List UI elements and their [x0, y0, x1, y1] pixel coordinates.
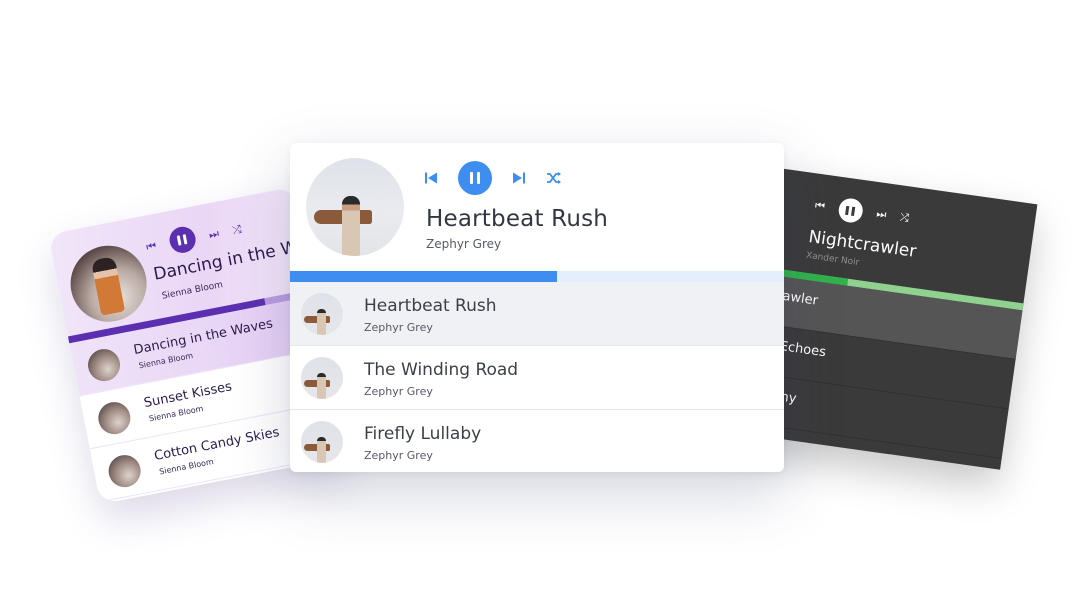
skip-next-icon[interactable]	[512, 171, 526, 185]
track-thumbnail	[301, 421, 343, 463]
skip-previous-icon[interactable]: ⏮	[145, 239, 157, 254]
shuffle-icon[interactable]	[546, 170, 562, 186]
track-thumbnail	[85, 346, 123, 384]
player-card-dark: ⏮ ⏭ ⤮ Nightcrawler Xander Noir crawler o…	[742, 168, 1038, 470]
track-row[interactable]: Heartbeat Rush Zephyr Grey	[290, 282, 784, 346]
music-player-showcase: ⏮ ⏭ ⤮ Dancing in the Waves Sienna Bloom …	[0, 0, 1088, 614]
track-thumbnail	[105, 452, 144, 490]
progress-bar[interactable]	[290, 271, 784, 282]
skip-next-icon[interactable]: ⏭	[875, 207, 888, 222]
now-playing-title: Heartbeat Rush	[426, 206, 609, 232]
shuffle-icon[interactable]: ⤮	[899, 210, 910, 225]
now-playing-artist: Zephyr Grey	[426, 237, 502, 251]
skip-previous-icon[interactable]	[424, 171, 438, 185]
now-playing-artist: Sienna Bloom	[161, 280, 224, 302]
pause-button[interactable]	[837, 196, 865, 225]
track-thumbnail	[301, 357, 343, 399]
track-row[interactable]: The Winding Road Zephyr Grey	[290, 346, 784, 410]
track-title: The Winding Road	[364, 360, 519, 380]
album-art	[64, 239, 154, 329]
track-title: Firefly Lullaby	[364, 424, 482, 444]
skip-next-icon[interactable]: ⏭	[208, 226, 220, 241]
shuffle-icon[interactable]: ⤮	[231, 222, 242, 236]
pause-icon	[177, 234, 188, 246]
pause-icon	[470, 172, 480, 184]
playback-controls: ⏮ ⏭ ⤮	[813, 194, 910, 231]
track-artist: Zephyr Grey	[364, 385, 433, 398]
track-list: Heartbeat Rush Zephyr Grey The Winding R…	[290, 282, 784, 472]
track-title: Heartbeat Rush	[364, 296, 497, 316]
track-artist: Zephyr Grey	[364, 321, 433, 334]
pause-button[interactable]	[167, 224, 198, 256]
track-thumbnail	[301, 293, 343, 335]
now-playing-artist: Xander Noir	[805, 250, 860, 269]
progress-fill	[290, 271, 557, 282]
pause-icon	[845, 205, 856, 216]
skip-previous-icon[interactable]: ⏮	[814, 199, 826, 214]
track-thumbnail	[95, 399, 134, 437]
track-artist: Zephyr Grey	[364, 449, 433, 462]
track-row[interactable]: Firefly Lullaby Zephyr Grey	[290, 410, 784, 472]
pause-button[interactable]	[458, 161, 492, 195]
player-card-main: Heartbeat Rush Zephyr Grey Heartbeat Rus…	[290, 143, 784, 472]
album-art	[306, 158, 404, 256]
playback-controls	[424, 161, 562, 195]
